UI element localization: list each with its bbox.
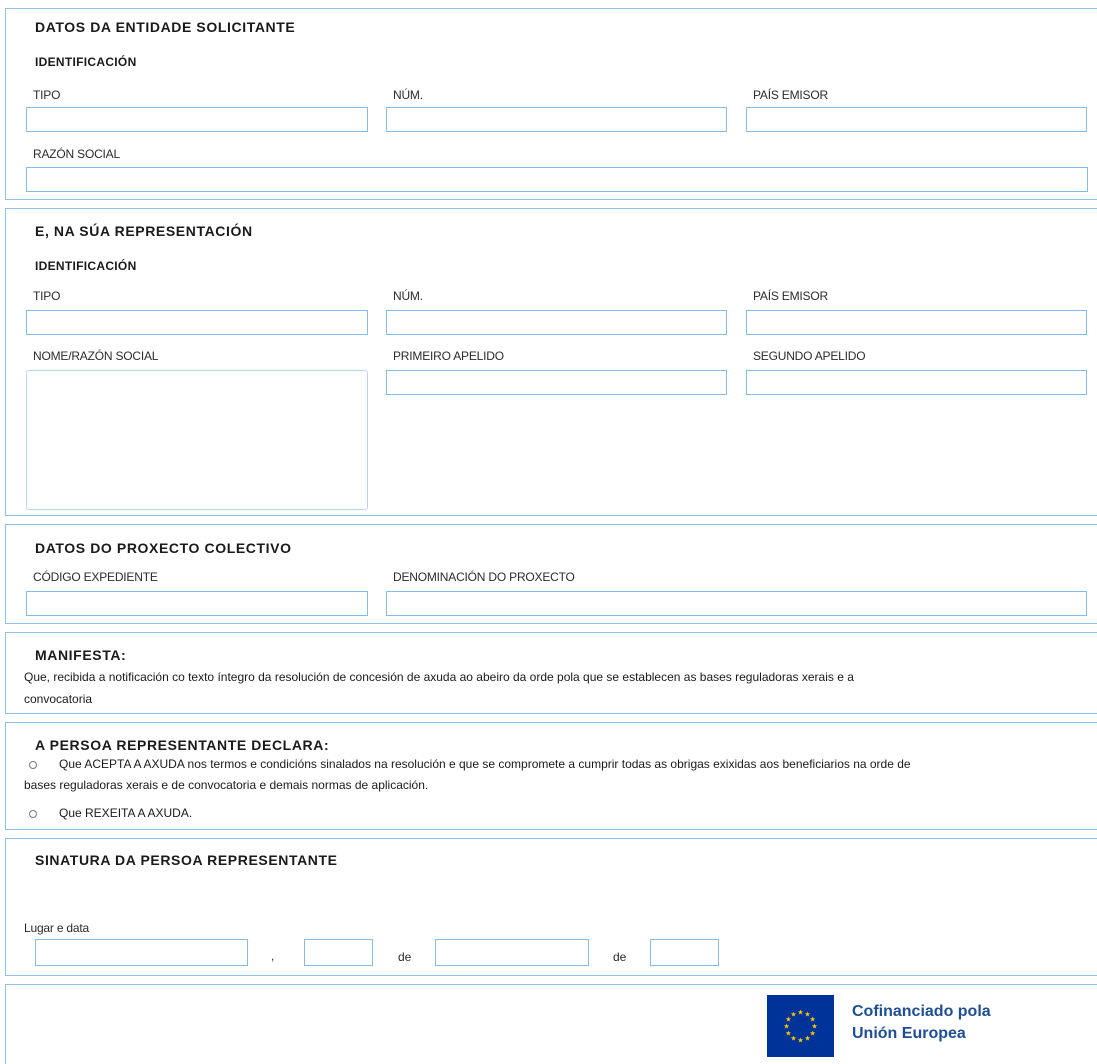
comma-separator: , — [271, 949, 275, 963]
label-pais-emisor: PAÍS EMISOR — [753, 88, 828, 102]
label-segundo-apelido: SEGUNDO APELIDO — [753, 349, 866, 363]
mes-input[interactable] — [435, 939, 589, 966]
section-title: A PERSOA REPRESENTANTE DECLARA: — [35, 737, 330, 753]
label-denominacion-proxecto: DENOMINACIÓN DO PROXECTO — [393, 570, 575, 584]
label-razon-social: RAZÓN SOCIAL — [33, 147, 120, 161]
label-lugar-data: Lugar e data — [24, 921, 89, 935]
svg-text:★: ★ — [804, 1035, 810, 1043]
section-sinatura: SINATURA DA PERSOA REPRESENTANTE Lugar e… — [5, 838, 1097, 976]
subsection-title: IDENTIFICACIÓN — [35, 259, 137, 273]
label-tipo: TIPO — [33, 88, 61, 102]
de-separator-1: de — [398, 950, 412, 964]
label-num: NÚM. — [393, 88, 423, 102]
razon-social-input[interactable] — [26, 167, 1088, 192]
rep-pais-emisor-input[interactable] — [746, 310, 1087, 335]
section-proxecto: DATOS DO PROXECTO COLECTIVO CÓDIGO EXPED… — [5, 524, 1097, 624]
section-title: E, NA SÚA REPRESENTACIÓN — [35, 223, 253, 239]
svg-text:★: ★ — [790, 1010, 796, 1018]
label-num: NÚM. — [393, 289, 423, 303]
codigo-expediente-input[interactable] — [26, 591, 368, 616]
manifesta-text-line2: convocatoria — [24, 692, 93, 706]
primeiro-apelido-input[interactable] — [386, 370, 727, 395]
label-codigo-expediente: CÓDIGO EXPEDIENTE — [33, 570, 158, 584]
tipo-input[interactable] — [26, 107, 368, 132]
num-input[interactable] — [386, 107, 727, 132]
manifesta-text-line1: Que, recibida a notificación co texto ín… — [24, 670, 854, 684]
section-manifesta: MANIFESTA: Que, recibida a notificación … — [5, 632, 1097, 714]
svg-text:★: ★ — [797, 1009, 803, 1017]
accept-text-line2: bases reguladoras xerais e de convocator… — [24, 778, 429, 792]
section-title: DATOS DO PROXECTO COLECTIVO — [35, 540, 292, 556]
label-nome-razon-social: NOME/RAZÓN SOCIAL — [33, 349, 159, 363]
rep-tipo-input[interactable] — [26, 310, 368, 335]
accept-text-line1: Que ACEPTA A AXUDA nos termos e condició… — [59, 757, 911, 771]
section-title: SINATURA DA PERSOA REPRESENTANTE — [35, 852, 338, 868]
section-footer: ★ ★ ★ ★ ★ ★ ★ ★ ★ ★ ★ ★ Cofinanciado pol… — [5, 984, 1097, 1064]
label-primeiro-apelido: PRIMEIRO APELIDO — [393, 349, 504, 363]
reject-text: Que REXEITA A AXUDA. — [59, 806, 193, 820]
svg-text:★: ★ — [797, 1037, 803, 1045]
section-representacion: E, NA SÚA REPRESENTACIÓN IDENTIFICACIÓN … — [5, 208, 1097, 516]
section-title: DATOS DA ENTIDADE SOLICITANTE — [35, 19, 296, 35]
rep-num-input[interactable] — [386, 310, 727, 335]
dia-input[interactable] — [304, 939, 373, 966]
eu-flag-logo: ★ ★ ★ ★ ★ ★ ★ ★ ★ ★ ★ ★ — [767, 995, 834, 1057]
reject-radio[interactable] — [29, 810, 37, 818]
label-tipo: TIPO — [33, 289, 61, 303]
eu-cofinanciado-text: Cofinanciado pola — [852, 1003, 991, 1020]
eu-stars-icon: ★ ★ ★ ★ ★ ★ ★ ★ ★ ★ ★ ★ — [783, 1009, 817, 1045]
ano-input[interactable] — [650, 939, 719, 966]
label-pais-emisor: PAÍS EMISOR — [753, 289, 828, 303]
section-declara: A PERSOA REPRESENTANTE DECLARA: Que ACEP… — [5, 722, 1097, 830]
denominacion-proxecto-input[interactable] — [386, 591, 1087, 616]
segundo-apelido-input[interactable] — [746, 370, 1087, 395]
subsection-title: IDENTIFICACIÓN — [35, 55, 137, 69]
de-separator-2: de — [613, 950, 627, 964]
eu-union-europea-text: Unión Europea — [852, 1025, 966, 1042]
pais-emisor-input[interactable] — [746, 107, 1087, 132]
section-title: MANIFESTA: — [35, 647, 127, 663]
svg-text:★: ★ — [785, 1030, 791, 1038]
accept-radio[interactable] — [29, 761, 37, 769]
lugar-input[interactable] — [35, 939, 248, 966]
section-entidade: DATOS DA ENTIDADE SOLICITANTE IDENTIFICA… — [5, 8, 1097, 200]
svg-text:★: ★ — [783, 1023, 789, 1031]
nome-razon-social-input[interactable] — [26, 370, 368, 510]
